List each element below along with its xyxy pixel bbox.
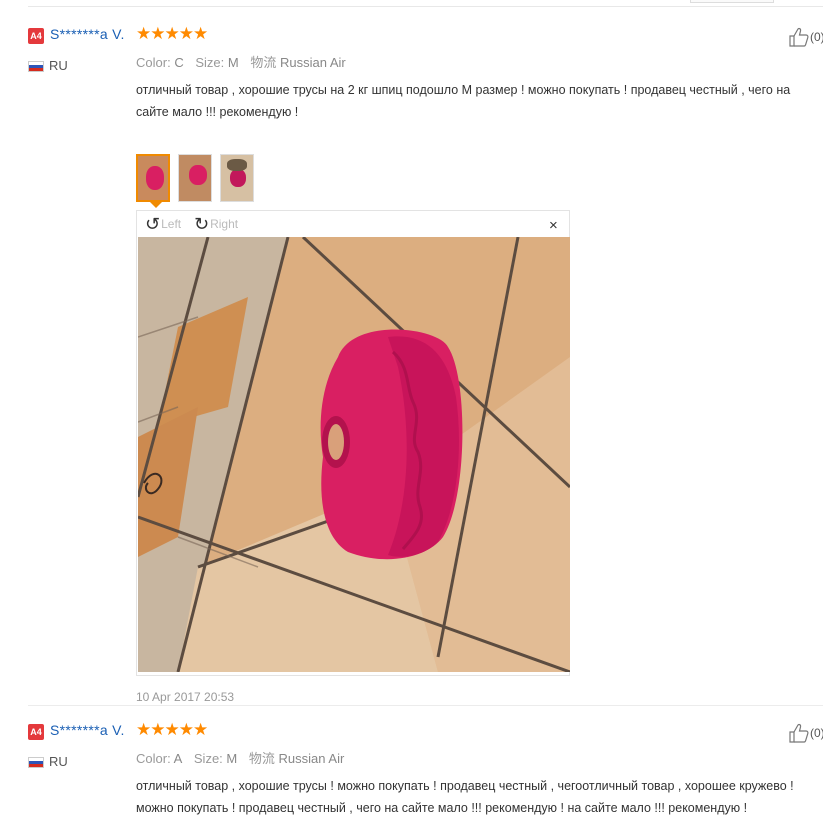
review-text: отличный товар , хорошие трусы на 2 кг ш… — [136, 83, 791, 119]
reviewer-country: RU — [49, 754, 68, 769]
reviewer-country: RU — [49, 58, 68, 73]
thumbs-up-icon[interactable] — [788, 26, 810, 48]
photo-viewer: ↺Left ↻Right × — [136, 210, 570, 676]
review-text: отличный товар , хорошие трусы ! можно п… — [136, 779, 794, 815]
order-attributes: Color: A Size: M 物流 Russian Air — [136, 748, 344, 767]
top-divider — [28, 6, 823, 7]
color-value: C — [174, 55, 184, 70]
selected-thumbnail-pointer — [149, 201, 163, 208]
size-label: Size: — [193, 751, 223, 766]
shipping-value: Russian Air — [278, 751, 345, 766]
shipping-label: 物流 — [248, 751, 275, 766]
reviewer-name: S*******a V. — [50, 26, 125, 42]
buyer-level-badge: A4 — [28, 28, 44, 44]
shipping-label: 物流 — [250, 55, 277, 70]
product-panties — [320, 329, 463, 560]
buyer-level-badge: A4 — [28, 724, 44, 740]
shipping-value: Russian Air — [279, 55, 346, 70]
color-label: Color: — [136, 751, 171, 766]
review-photo[interactable] — [138, 237, 570, 672]
rotate-right-label: Right — [210, 217, 239, 231]
top-edge-button[interactable] — [690, 0, 774, 3]
color-label: Color: — [136, 55, 171, 70]
color-value: A — [173, 751, 183, 766]
thumbs-up-icon[interactable] — [788, 722, 810, 744]
order-attributes: Color: C Size: M 物流 Russian Air — [136, 52, 346, 71]
photo-thumbnail[interactable] — [220, 154, 254, 202]
photo-thumbnail[interactable] — [136, 154, 170, 202]
russia-flag-icon — [28, 757, 44, 768]
reviewer-name: S*******a V. — [50, 722, 125, 738]
rotate-left-icon: ↺ — [145, 214, 161, 234]
like-count: (0) — [810, 30, 823, 44]
size-value: M — [226, 751, 238, 766]
rotate-right-button[interactable]: ↻Right — [194, 214, 238, 235]
star-rating: ★★★★★ — [136, 24, 208, 43]
review-divider — [28, 705, 823, 706]
rotate-right-icon: ↻ — [194, 214, 210, 234]
like-count: (0) — [810, 726, 823, 740]
size-value: M — [227, 55, 239, 70]
review-date: 10 Apr 2017 20:53 — [136, 690, 235, 704]
photo-thumbnail[interactable] — [178, 154, 212, 202]
rotate-left-button[interactable]: ↺Left — [145, 214, 181, 235]
rotate-left-label: Left — [161, 217, 182, 231]
close-icon[interactable]: × — [549, 217, 558, 234]
size-label: Size: — [195, 55, 225, 70]
star-rating: ★★★★★ — [136, 720, 208, 739]
russia-flag-icon — [28, 61, 44, 72]
